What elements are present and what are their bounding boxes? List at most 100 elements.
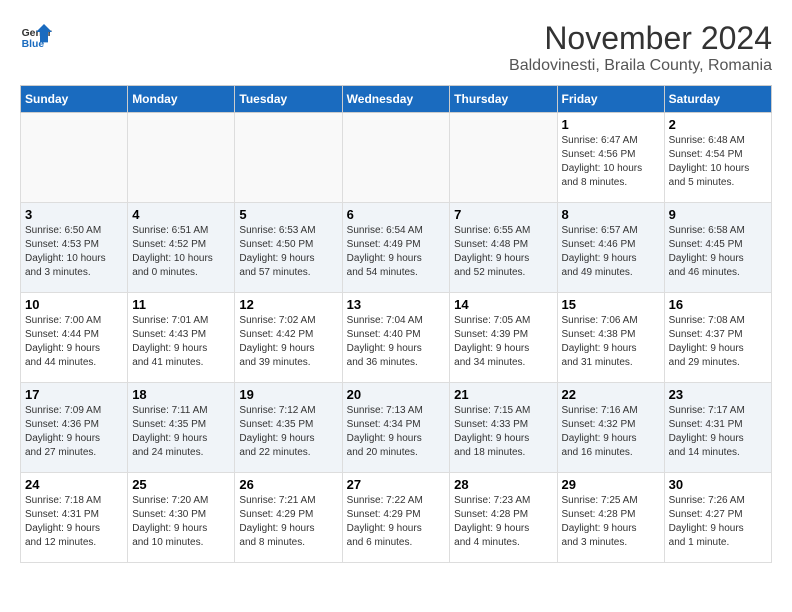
day-info: Sunrise: 7:04 AM Sunset: 4:40 PM Dayligh… — [347, 314, 446, 370]
week-row-2: 3 Sunrise: 6:50 AM Sunset: 4:53 PM Daylig… — [21, 203, 772, 293]
day-number: 6 — [347, 207, 446, 222]
calendar-cell: 15Sunrise: 7:06 AM Sunset: 4:38 PM Dayli… — [557, 293, 664, 383]
logo-icon: General Blue — [20, 20, 52, 52]
calendar-cell: 20 Sunrise: 7:13 AM Sunset: 4:34 PM Dayli… — [342, 383, 450, 473]
calendar-cell: 21Sunrise: 7:15 AM Sunset: 4:33 PM Dayli… — [450, 383, 557, 473]
month-title: November 2024 — [509, 20, 772, 57]
day-info: Sunrise: 7:08 AM Sunset: 4:37 PM Dayligh… — [669, 314, 767, 370]
day-info: Sunrise: 6:57 AM Sunset: 4:46 PM Dayligh… — [562, 224, 660, 280]
day-number: 25 — [132, 477, 230, 492]
calendar-cell — [235, 113, 342, 203]
calendar-cell — [342, 113, 450, 203]
day-number: 17 — [25, 387, 123, 402]
calendar-cell: 1 Sunrise: 6:47 AM Sunset: 4:56 PM Daylig… — [557, 113, 664, 203]
day-number: 8 — [562, 207, 660, 222]
day-info: Sunrise: 7:16 AM Sunset: 4:32 PM Dayligh… — [562, 404, 660, 460]
day-number: 18 — [132, 387, 230, 402]
calendar-cell: 6 Sunrise: 6:54 AM Sunset: 4:49 PM Daylig… — [342, 203, 450, 293]
calendar-cell: 9Sunrise: 6:58 AM Sunset: 4:45 PM Daylig… — [664, 203, 771, 293]
day-info: Sunrise: 6:50 AM Sunset: 4:53 PM Dayligh… — [25, 224, 123, 280]
calendar-header-row: SundayMondayTuesdayWednesdayThursdayFrid… — [21, 86, 772, 113]
day-number: 5 — [239, 207, 337, 222]
column-header-tuesday: Tuesday — [235, 86, 342, 113]
calendar-cell: 23Sunrise: 7:17 AM Sunset: 4:31 PM Dayli… — [664, 383, 771, 473]
day-number: 10 — [25, 297, 123, 312]
calendar-cell: 10 Sunrise: 7:00 AM Sunset: 4:44 PM Dayli… — [21, 293, 128, 383]
day-number: 12 — [239, 297, 337, 312]
day-info: Sunrise: 6:55 AM Sunset: 4:48 PM Dayligh… — [454, 224, 552, 280]
day-info: Sunrise: 7:22 AM Sunset: 4:29 PM Dayligh… — [347, 494, 446, 550]
day-info: Sunrise: 7:02 AM Sunset: 4:42 PM Dayligh… — [239, 314, 337, 370]
day-info: Sunrise: 7:09 AM Sunset: 4:36 PM Dayligh… — [25, 404, 123, 460]
day-info: Sunrise: 7:23 AM Sunset: 4:28 PM Dayligh… — [454, 494, 552, 550]
calendar-cell: 24 Sunrise: 7:18 AM Sunset: 4:31 PM Dayli… — [21, 473, 128, 563]
day-info: Sunrise: 7:12 AM Sunset: 4:35 PM Dayligh… — [239, 404, 337, 460]
day-number: 24 — [25, 477, 123, 492]
day-info: Sunrise: 6:54 AM Sunset: 4:49 PM Dayligh… — [347, 224, 446, 280]
day-number: 16 — [669, 297, 767, 312]
day-number: 28 — [454, 477, 552, 492]
day-info: Sunrise: 7:13 AM Sunset: 4:34 PM Dayligh… — [347, 404, 446, 460]
day-info: Sunrise: 7:11 AM Sunset: 4:35 PM Dayligh… — [132, 404, 230, 460]
day-number: 27 — [347, 477, 446, 492]
column-header-wednesday: Wednesday — [342, 86, 450, 113]
day-number: 7 — [454, 207, 552, 222]
column-header-saturday: Saturday — [664, 86, 771, 113]
calendar-cell: 26 Sunrise: 7:21 AM Sunset: 4:29 PM Dayli… — [235, 473, 342, 563]
day-number: 13 — [347, 297, 446, 312]
calendar-cell: 8 Sunrise: 6:57 AM Sunset: 4:46 PM Daylig… — [557, 203, 664, 293]
day-info: Sunrise: 7:01 AM Sunset: 4:43 PM Dayligh… — [132, 314, 230, 370]
day-number: 15 — [562, 297, 660, 312]
day-number: 4 — [132, 207, 230, 222]
calendar-cell: 29Sunrise: 7:25 AM Sunset: 4:28 PM Dayli… — [557, 473, 664, 563]
calendar-cell: 22Sunrise: 7:16 AM Sunset: 4:32 PM Dayli… — [557, 383, 664, 473]
day-number: 2 — [669, 117, 767, 132]
day-number: 19 — [239, 387, 337, 402]
day-number: 20 — [347, 387, 446, 402]
calendar-cell: 19 Sunrise: 7:12 AM Sunset: 4:35 PM Dayli… — [235, 383, 342, 473]
day-number: 14 — [454, 297, 552, 312]
column-header-monday: Monday — [128, 86, 235, 113]
calendar-cell: 5 Sunrise: 6:53 AM Sunset: 4:50 PM Daylig… — [235, 203, 342, 293]
day-info: Sunrise: 7:20 AM Sunset: 4:30 PM Dayligh… — [132, 494, 230, 550]
week-row-3: 10 Sunrise: 7:00 AM Sunset: 4:44 PM Dayli… — [21, 293, 772, 383]
calendar-cell: 12 Sunrise: 7:02 AM Sunset: 4:42 PM Dayli… — [235, 293, 342, 383]
day-info: Sunrise: 7:00 AM Sunset: 4:44 PM Dayligh… — [25, 314, 123, 370]
day-number: 11 — [132, 297, 230, 312]
calendar-cell: 3 Sunrise: 6:50 AM Sunset: 4:53 PM Daylig… — [21, 203, 128, 293]
day-info: Sunrise: 6:58 AM Sunset: 4:45 PM Dayligh… — [669, 224, 767, 280]
column-header-sunday: Sunday — [21, 86, 128, 113]
calendar-cell: 17 Sunrise: 7:09 AM Sunset: 4:36 PM Dayli… — [21, 383, 128, 473]
calendar-cell: 30 Sunrise: 7:26 AM Sunset: 4:27 PM Dayli… — [664, 473, 771, 563]
header: General Blue November 2024 Baldovinesti,… — [20, 20, 772, 75]
day-info: Sunrise: 7:18 AM Sunset: 4:31 PM Dayligh… — [25, 494, 123, 550]
day-info: Sunrise: 7:05 AM Sunset: 4:39 PM Dayligh… — [454, 314, 552, 370]
week-row-1: 1 Sunrise: 6:47 AM Sunset: 4:56 PM Daylig… — [21, 113, 772, 203]
calendar-cell — [128, 113, 235, 203]
calendar-cell: 18 Sunrise: 7:11 AM Sunset: 4:35 PM Dayli… — [128, 383, 235, 473]
day-info: Sunrise: 7:21 AM Sunset: 4:29 PM Dayligh… — [239, 494, 337, 550]
column-header-friday: Friday — [557, 86, 664, 113]
week-row-5: 24 Sunrise: 7:18 AM Sunset: 4:31 PM Dayli… — [21, 473, 772, 563]
calendar-cell: 7 Sunrise: 6:55 AM Sunset: 4:48 PM Daylig… — [450, 203, 557, 293]
calendar-cell: 16 Sunrise: 7:08 AM Sunset: 4:37 PM Dayli… — [664, 293, 771, 383]
day-number: 1 — [562, 117, 660, 132]
column-header-thursday: Thursday — [450, 86, 557, 113]
calendar-cell: 25 Sunrise: 7:20 AM Sunset: 4:30 PM Dayli… — [128, 473, 235, 563]
calendar-cell — [450, 113, 557, 203]
day-number: 3 — [25, 207, 123, 222]
day-number: 26 — [239, 477, 337, 492]
calendar-cell: 4 Sunrise: 6:51 AM Sunset: 4:52 PM Daylig… — [128, 203, 235, 293]
day-info: Sunrise: 7:26 AM Sunset: 4:27 PM Dayligh… — [669, 494, 767, 550]
day-info: Sunrise: 6:48 AM Sunset: 4:54 PM Dayligh… — [669, 134, 767, 190]
title-area: November 2024 Baldovinesti, Braila Count… — [509, 20, 772, 75]
logo: General Blue — [20, 20, 52, 52]
day-number: 29 — [562, 477, 660, 492]
day-number: 30 — [669, 477, 767, 492]
day-info: Sunrise: 6:47 AM Sunset: 4:56 PM Dayligh… — [562, 134, 660, 190]
calendar-cell: 2 Sunrise: 6:48 AM Sunset: 4:54 PM Daylig… — [664, 113, 771, 203]
day-info: Sunrise: 6:53 AM Sunset: 4:50 PM Dayligh… — [239, 224, 337, 280]
week-row-4: 17 Sunrise: 7:09 AM Sunset: 4:36 PM Dayli… — [21, 383, 772, 473]
day-info: Sunrise: 6:51 AM Sunset: 4:52 PM Dayligh… — [132, 224, 230, 280]
calendar-cell: 13 Sunrise: 7:04 AM Sunset: 4:40 PM Dayli… — [342, 293, 450, 383]
